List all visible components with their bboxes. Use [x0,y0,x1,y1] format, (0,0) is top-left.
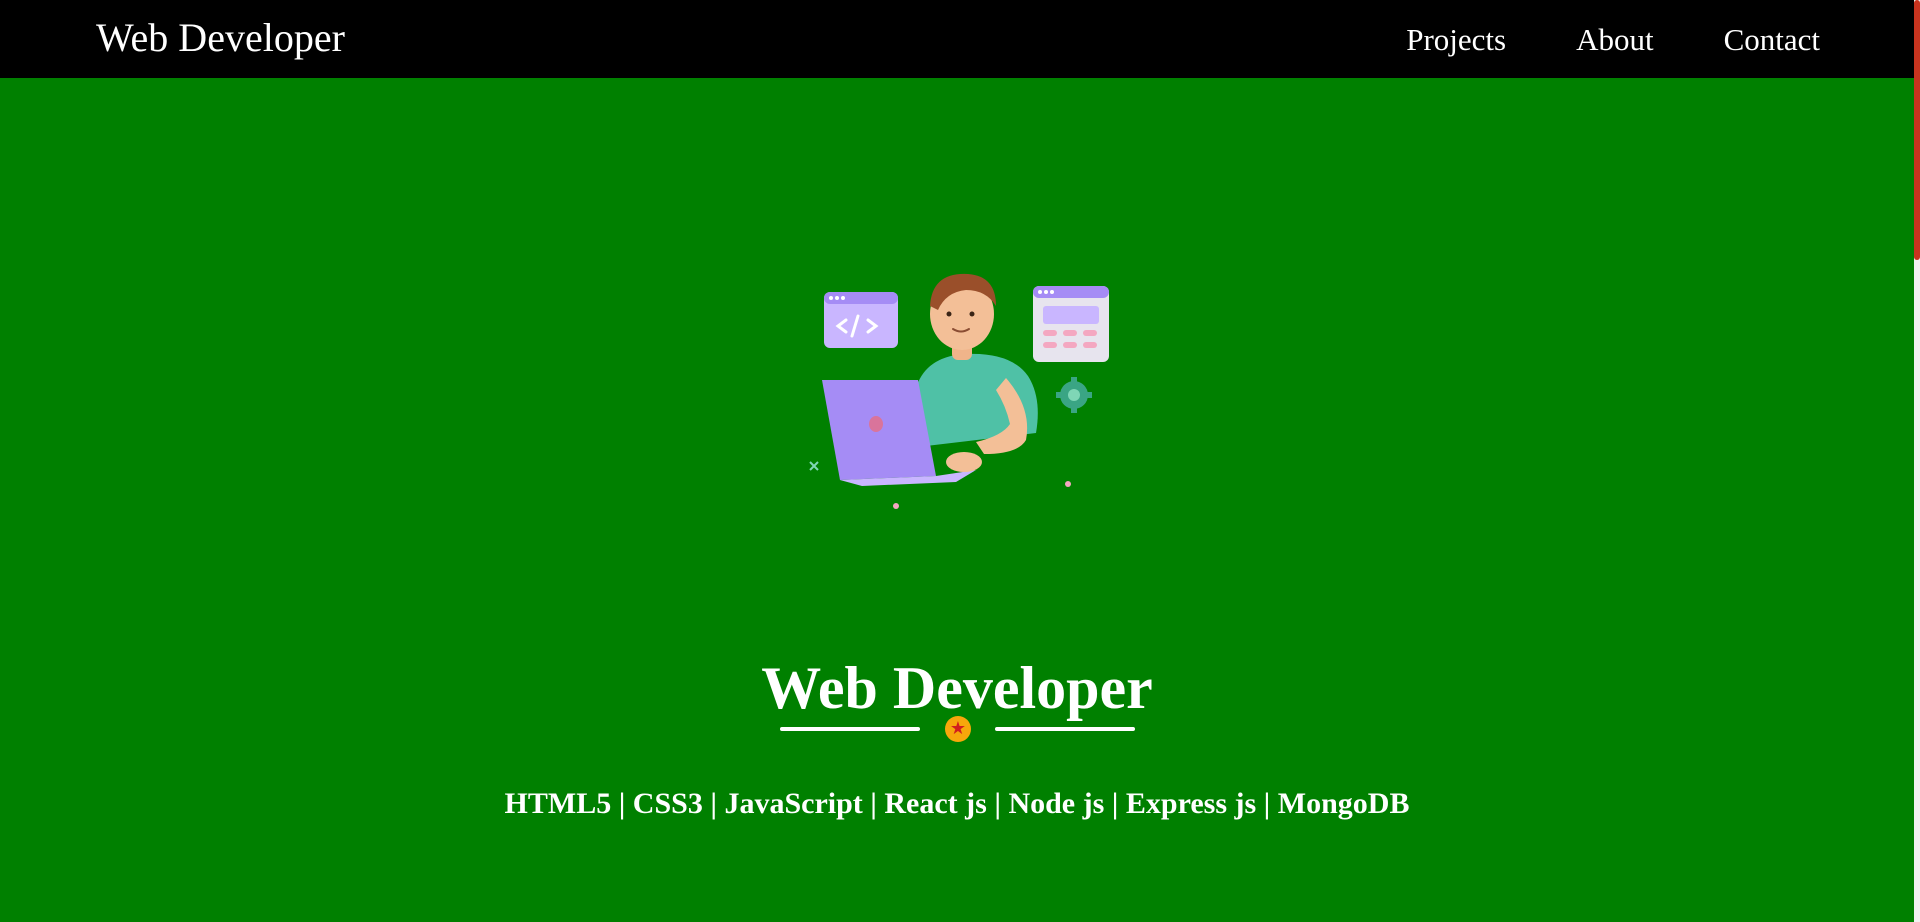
page-scrollbar[interactable] [1914,0,1920,922]
code-window-icon [824,292,898,348]
nav-link-projects[interactable]: Projects [1406,20,1506,60]
divider-line-right [995,727,1135,731]
gear-icon [1056,377,1092,413]
developer-with-laptop-illustration [809,273,1109,509]
divider-line-left [780,727,920,731]
title-divider: ★ [780,715,1135,745]
skills-list: HTML5 | CSS3 | JavaScript | React js | N… [504,787,1410,820]
star-icon: ★ [945,716,971,742]
hero-title: Web Developer [761,655,1153,722]
navbar: Web Developer Projects About Contact [0,0,1914,78]
nav-link-about[interactable]: About [1576,20,1654,60]
brand-logo-text[interactable]: Web Developer [96,14,345,62]
nav-link-contact[interactable]: Contact [1724,20,1820,60]
nav-links: Projects About Contact [1406,20,1820,60]
form-window-icon [1033,286,1109,362]
scrollbar-thumb[interactable] [1914,0,1920,260]
